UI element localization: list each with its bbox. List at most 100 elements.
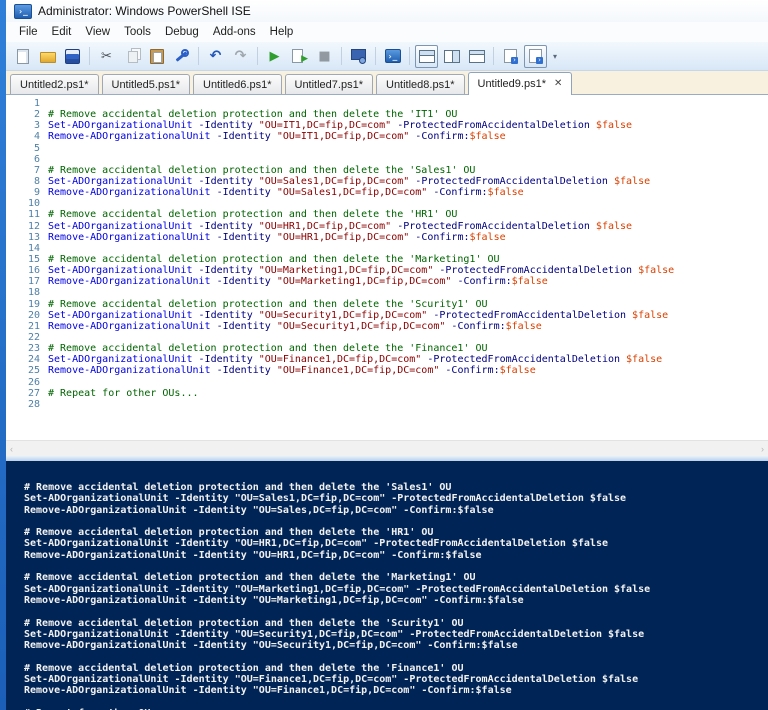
line-number: 18 (27, 287, 40, 299)
menu-item-edit[interactable]: Edit (45, 24, 79, 40)
scroll-right-icon[interactable]: › (761, 444, 764, 454)
cut-icon[interactable] (95, 45, 118, 68)
editor-line: 28 (6, 399, 768, 410)
line-number: 24 (27, 354, 40, 366)
line-number: 28 (27, 398, 40, 410)
console-line: Set-ADOrganizationalUnit -Identity "OU=M… (24, 583, 651, 595)
code-text: Remove-ADOrganizationalUnit -Identity "O… (48, 365, 536, 377)
line-number: 15 (27, 253, 40, 265)
console-line: Remove-ADOrganizationalUnit -Identity "O… (24, 685, 512, 697)
powershell-ise-window: ›_ Administrator: Windows PowerShell ISE… (6, 0, 768, 710)
toolbar-separator (89, 47, 90, 65)
editor-line: 18 (6, 287, 768, 298)
editor-line: 11 # Remove accidental deletion protectio… (6, 209, 768, 220)
script-editor-pane[interactable]: 1 2 # Remove accidental deletion protectio… (6, 95, 768, 440)
menu-item-help[interactable]: Help (263, 24, 301, 40)
toolbar-separator (341, 47, 342, 65)
code-text: Remove-ADOrganizationalUnit -Identity "O… (48, 276, 548, 288)
code-text: Set-ADOrganizationalUnit -Identity "OU=I… (48, 120, 633, 132)
editor-line: 26 (6, 377, 768, 388)
open-script-icon[interactable] (36, 45, 59, 68)
tab-untitled6-ps1-[interactable]: Untitled6.ps1* (193, 74, 282, 94)
tab-untitled5-ps1-[interactable]: Untitled5.ps1* (101, 74, 190, 94)
toolbar-overflow-icon[interactable]: ▾ (548, 46, 562, 67)
editor-line: 25 Remove-ADOrganizationalUnit -Identity … (6, 365, 768, 376)
line-number: 11 (27, 209, 40, 221)
tab-untitled9-ps1-[interactable]: Untitled9.ps1* ✕ (467, 72, 573, 95)
line-number: 2 (33, 109, 40, 121)
show-script-pane-a-icon[interactable] (499, 45, 522, 68)
code-text: # Remove accidental deletion protection … (48, 109, 458, 121)
toolbar-separator (198, 47, 199, 65)
title-bar: ›_ Administrator: Windows PowerShell ISE (6, 0, 768, 22)
tab-label: Untitled8.ps1* (386, 78, 455, 91)
tab-untitled7-ps1-[interactable]: Untitled7.ps1* (284, 74, 373, 94)
editor-line: 13 Remove-ADOrganizationalUnit -Identity … (6, 232, 768, 243)
console-line: # Remove accidental deletion protection … (24, 572, 476, 584)
layout-script-top-icon[interactable] (415, 44, 438, 68)
editor-line: 19 # Remove accidental deletion protectio… (6, 299, 768, 310)
menu-bar: File Edit View Tools Debug Add-ons Help (6, 22, 768, 42)
code-text: Set-ADOrganizationalUnit -Identity "OU=S… (48, 309, 669, 321)
menu-item-file[interactable]: File (12, 24, 45, 40)
tab-label: Untitled9.ps1* (477, 78, 547, 90)
show-script-pane-b-icon[interactable] (524, 44, 547, 68)
code-text: # Remove accidental deletion protection … (48, 209, 458, 221)
toolbar-separator (409, 47, 410, 65)
tab-untitled8-ps1-[interactable]: Untitled8.ps1* (376, 74, 465, 94)
clear-console-icon[interactable] (170, 45, 193, 68)
editor-line: 27 # Repeat for other OUs... (6, 388, 768, 399)
paste-icon[interactable] (145, 45, 168, 68)
console-pane[interactable]: # Remove accidental deletion protection … (6, 461, 768, 710)
tab-close-icon[interactable]: ✕ (554, 79, 562, 89)
copy-icon[interactable] (120, 45, 143, 68)
line-number: 3 (33, 120, 40, 132)
run-selection-icon[interactable] (288, 45, 311, 68)
redo-icon[interactable] (229, 45, 252, 68)
layout-script-right-icon[interactable] (440, 45, 463, 68)
line-number: 8 (33, 175, 40, 187)
editor-line: 23 # Remove accidental deletion protectio… (6, 343, 768, 354)
new-remote-tab-icon[interactable] (347, 45, 370, 68)
undo-icon[interactable] (204, 45, 227, 68)
line-number: 20 (27, 309, 40, 321)
editor-horizontal-scrollbar[interactable]: ‹ › (6, 440, 768, 456)
tab-label: Untitled2.ps1* (20, 78, 89, 91)
tab-label: Untitled7.ps1* (294, 78, 364, 91)
new-script-icon[interactable] (11, 45, 34, 68)
code-text: # Remove accidental deletion protection … (48, 164, 476, 176)
layout-console-max-icon[interactable] (465, 45, 488, 68)
script-tab-bar: Untitled2.ps1* Untitled5.ps1* Untitled6.ps… (6, 71, 768, 95)
menu-item-view[interactable]: View (78, 24, 117, 40)
stop-operation-icon[interactable] (313, 45, 336, 68)
editor-line: 22 (6, 332, 768, 343)
editor-line: 17 Remove-ADOrganizationalUnit -Identity … (6, 276, 768, 287)
console-line: Remove-ADOrganizationalUnit -Identity "O… (24, 504, 494, 516)
line-number: 6 (33, 153, 40, 165)
editor-line: 21 Remove-ADOrganizationalUnit -Identity … (6, 321, 768, 332)
tab-untitled2-ps1-[interactable]: Untitled2.ps1* (10, 74, 99, 94)
run-script-icon[interactable] (263, 45, 286, 68)
console-line: Set-ADOrganizationalUnit -Identity "OU=F… (24, 674, 639, 686)
line-number: 26 (27, 376, 40, 388)
editor-line: 3 Set-ADOrganizationalUnit -Identity "OU=… (6, 120, 768, 131)
start-powershell-icon[interactable] (381, 45, 404, 68)
menu-item-add-ons[interactable]: Add-ons (206, 24, 263, 40)
line-number: 17 (27, 276, 40, 288)
console-line: Remove-ADOrganizationalUnit -Identity "O… (24, 640, 518, 652)
scroll-left-icon[interactable]: ‹ (10, 444, 13, 454)
menu-item-tools[interactable]: Tools (117, 24, 158, 40)
code-text: # Remove accidental deletion protection … (48, 298, 488, 310)
save-icon[interactable] (61, 45, 84, 68)
console-line: Remove-ADOrganizationalUnit -Identity "O… (24, 549, 482, 561)
line-number: 12 (27, 220, 40, 232)
menu-item-debug[interactable]: Debug (158, 24, 206, 40)
